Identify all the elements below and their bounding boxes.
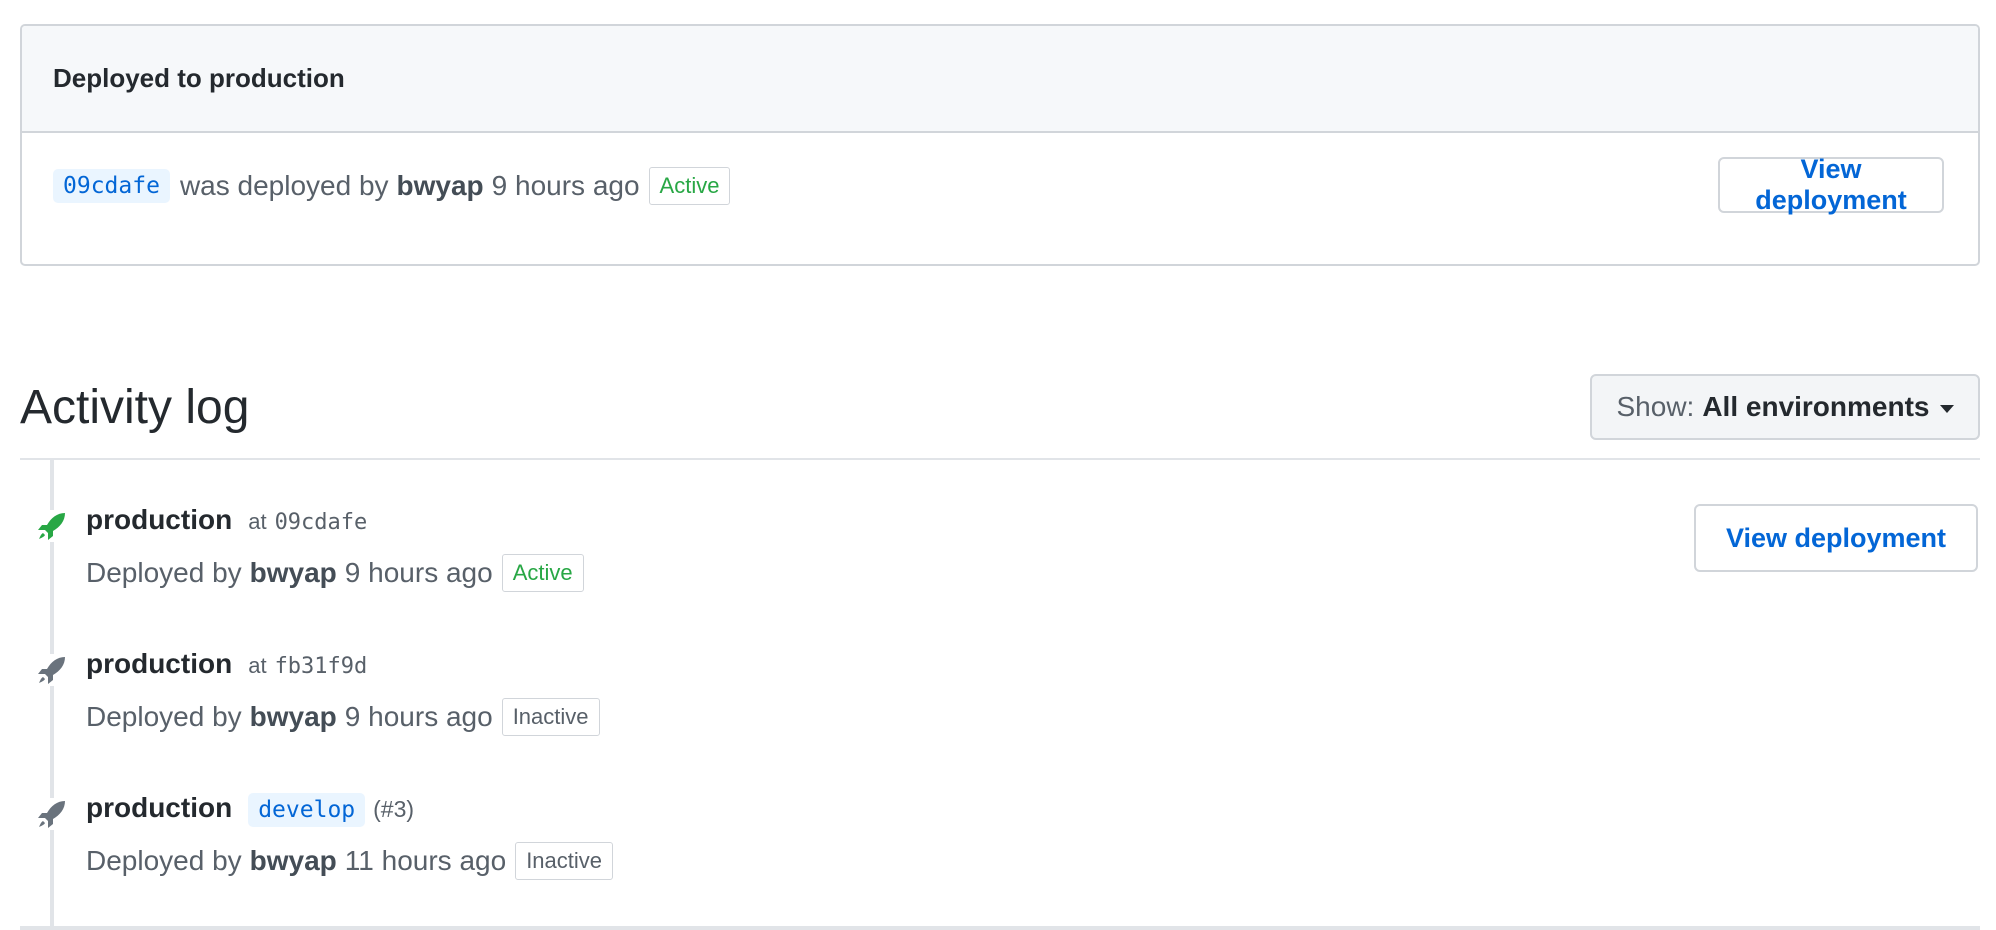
deployment-time: 9 hours ago [344, 701, 493, 732]
deployed-by-label: Deployed by [86, 845, 242, 876]
deployment-time: 9 hours ago [344, 557, 493, 588]
rocket-icon [36, 798, 68, 830]
deployer-username[interactable]: bwyap [250, 845, 337, 877]
environment-name[interactable]: production [86, 792, 232, 824]
environment-name[interactable]: production [86, 504, 232, 536]
deployments-page: Deployed to production 09cdafe was deplo… [20, 24, 1980, 930]
commit-sha-link[interactable]: fb31f9d [275, 654, 368, 679]
commit-sha-link[interactable]: 09cdafe [53, 169, 170, 203]
commit-sha-link[interactable]: 09cdafe [275, 510, 368, 535]
deployer-username[interactable]: bwyap [250, 557, 337, 589]
rocket-icon [36, 654, 68, 686]
pull-request-link[interactable]: (#3) [373, 796, 414, 823]
deployment-time: 9 hours ago [491, 170, 640, 201]
filter-label: Show: [1616, 391, 1695, 422]
was-deployed-by-text: was deployed by [179, 170, 389, 201]
deployed-box-body: 09cdafe was deployed by bwyap 9 hours ag… [22, 133, 1978, 264]
entry-title: production develop (#3) [86, 792, 414, 827]
deployed-by-label: Deployed by [86, 557, 242, 588]
deployed-by-label: Deployed by [86, 701, 242, 732]
view-deployment-button[interactable]: View deployment [1718, 154, 1944, 215]
entry-details: Deployed by bwyap 9 hours ago Inactive [86, 698, 600, 736]
environment-name[interactable]: production [86, 648, 232, 680]
deployer-username[interactable]: bwyap [397, 170, 484, 202]
activity-timeline: production at 09cdafe Deployed by bwyap … [20, 460, 1980, 930]
at-label: at [248, 509, 267, 534]
environment-filter-dropdown[interactable]: Show: All environments [1590, 374, 1980, 440]
status-badge: Inactive [501, 698, 600, 736]
status-badge: Active [501, 554, 584, 592]
caret-down-icon [1939, 405, 1954, 413]
deployment-summary: 09cdafe was deployed by bwyap 9 hours ag… [53, 167, 731, 205]
status-badge: Inactive [515, 842, 614, 880]
activity-log-header: Activity log Show: All environments [20, 350, 1980, 460]
branch-link[interactable]: develop [248, 793, 366, 827]
timeline-entry: production develop (#3) Deployed by bwya… [20, 786, 1980, 930]
entry-details: Deployed by bwyap 11 hours ago Inactive [86, 842, 614, 880]
view-deployment-button[interactable]: View deployment [1694, 504, 1978, 572]
at-label: at [248, 653, 267, 678]
entry-details: Deployed by bwyap 9 hours ago Active [86, 554, 584, 592]
timeline-entry: production at fb31f9d Deployed by bwyap … [20, 642, 1980, 786]
entry-title: production at fb31f9d [86, 648, 367, 680]
timeline-entry: production at 09cdafe Deployed by bwyap … [20, 498, 1980, 642]
status-badge: Active [648, 167, 731, 205]
deployer-username[interactable]: bwyap [250, 701, 337, 733]
rocket-icon [36, 510, 68, 542]
filter-value: All environments [1702, 391, 1930, 422]
deployment-time: 11 hours ago [344, 845, 507, 876]
entry-title: production at 09cdafe [86, 504, 367, 536]
activity-log-title: Activity log [20, 381, 250, 434]
deployed-to-production-box: Deployed to production 09cdafe was deplo… [20, 24, 1980, 266]
deployed-box-heading: Deployed to production [22, 26, 1978, 133]
